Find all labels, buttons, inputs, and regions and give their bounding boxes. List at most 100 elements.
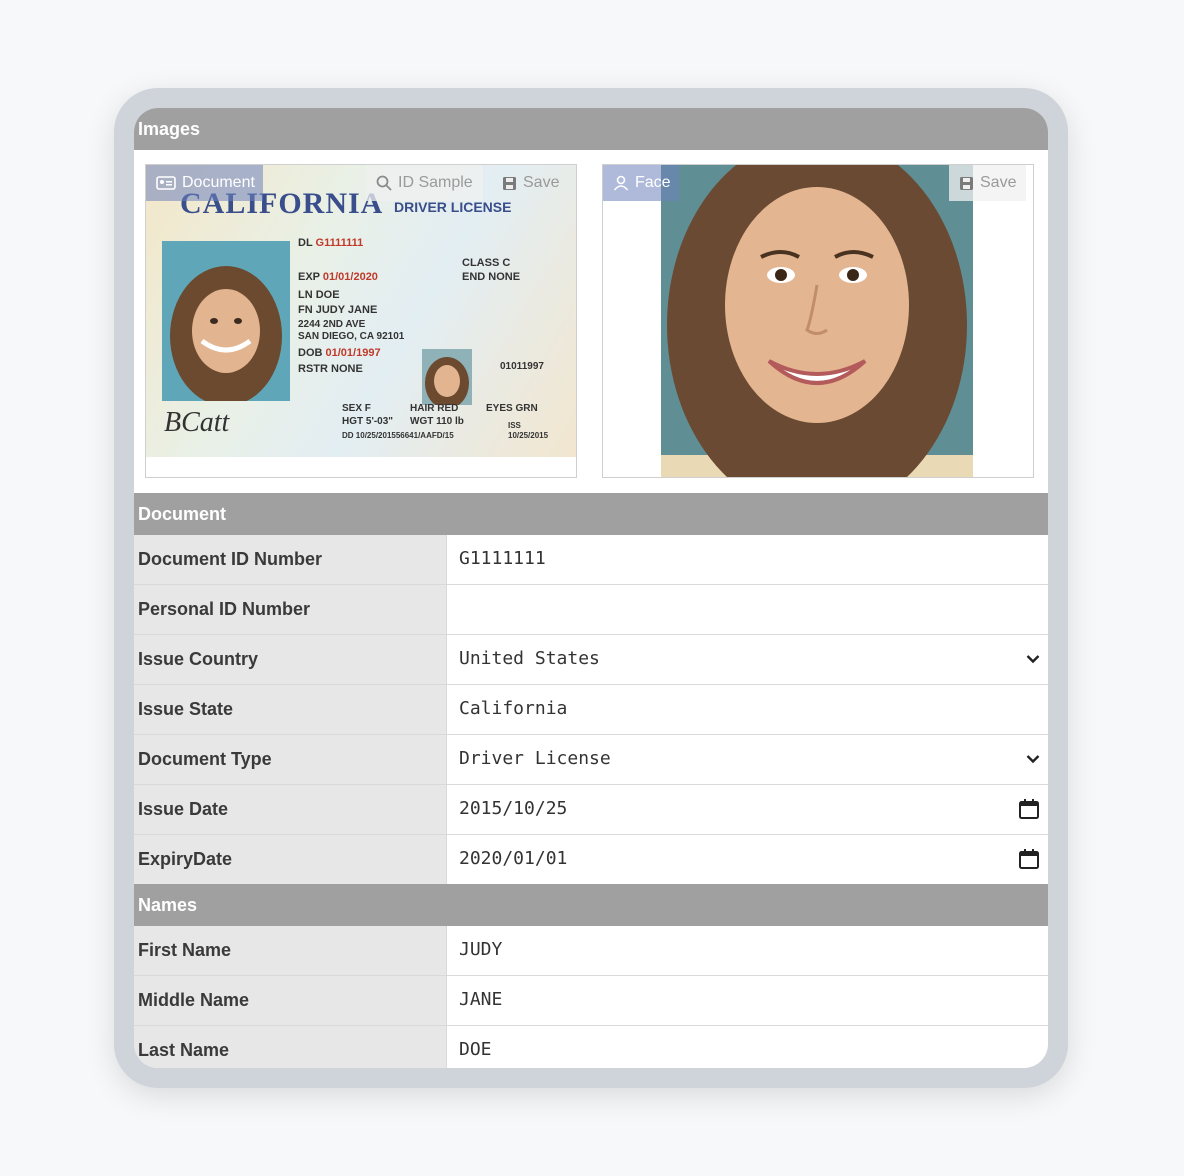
document-save-button[interactable]: Save [492,165,569,201]
field-issue-country: Issue Country United States [134,635,1048,685]
face-image-box: Face Save [602,164,1034,478]
field-value: JUDY [459,939,503,960]
last-name-input[interactable]: DOE [447,1026,1048,1068]
face-tag-label: Face [635,174,671,191]
issue-state-input[interactable]: California [447,685,1048,734]
field-label: First Name [134,926,447,975]
card-hgt-label: HGT [342,416,364,427]
field-value: California [459,698,568,719]
field-value: JANE [459,989,503,1010]
issue-date-input[interactable]: 2015/10/25 [447,785,1048,834]
user-icon [613,175,629,191]
field-value: Driver License [459,748,611,769]
id-scan-panel: Images Document ID Sample Save CALIFORNI… [134,108,1048,1068]
card-eyes-label: EYES [486,403,513,414]
card-wgt: 110 lb [436,416,464,427]
card-portrait [162,241,290,401]
document-fields: Document ID Number G1111111 Personal ID … [134,535,1048,884]
personal-id-number-input[interactable] [447,585,1048,634]
field-personal-id-number: Personal ID Number [134,585,1048,635]
field-issue-date: Issue Date 2015/10/25 [134,785,1048,835]
field-label: Issue Date [134,785,447,834]
images-section-header: Images [134,108,1048,150]
expiry-date-input[interactable]: 2020/01/01 [447,835,1048,884]
document-save-label: Save [523,174,560,191]
card-dd-label: DD [342,431,354,440]
card-ln-label: LN [298,289,313,301]
images-area: Document ID Sample Save CALIFORNIA DRIVE… [134,150,1048,493]
middle-name-input[interactable]: JANE [447,976,1048,1025]
face-tag[interactable]: Face [603,165,679,201]
card-signature: BCatt [164,407,230,438]
id-sample-button[interactable]: ID Sample [366,165,483,201]
face-save-button[interactable]: Save [949,165,1027,201]
field-label: ExpiryDate [134,835,447,884]
card-addr1: 2244 2ND AVE [298,319,366,330]
field-value: 2020/01/01 [459,848,568,869]
card-wgt-label: WGT [410,416,434,427]
field-last-name: Last Name DOE [134,1026,1048,1068]
name-fields: First Name JUDY Middle Name JANE Last Na… [134,926,1048,1068]
card-eyes: GRN [515,403,538,414]
chevron-down-icon[interactable] [1026,735,1040,783]
card-end-label: END [462,271,486,283]
save-icon [503,176,516,190]
card-hair-label: HAIR [410,403,435,414]
card-fn: JUDY JANE [315,304,378,316]
window-frame: Images Document ID Sample Save CALIFORNI… [114,88,1068,1088]
issue-country-select[interactable]: United States [447,635,1048,684]
card-exp: 01/01/2020 [322,271,378,283]
card-ln: DOE [315,289,340,301]
field-value: G1111111 [459,548,546,569]
field-middle-name: Middle Name JANE [134,976,1048,1026]
card-class: C [502,257,511,269]
field-document-type: Document Type Driver License [134,735,1048,785]
field-issue-state: Issue State California [134,685,1048,735]
card-dl: G1111111 [315,237,364,249]
card-ghost-portrait [422,349,472,405]
card-end: NONE [488,271,521,283]
field-label: Document ID Number [134,535,447,584]
card-type: DRIVER LICENSE [394,199,512,215]
document-type-select[interactable]: Driver License [447,735,1048,784]
card-hair: RED [437,403,459,414]
card-addr2: SAN DIEGO, CA 92101 [298,331,405,342]
license-card-image: CALIFORNIA DRIVER LICENSE DL G1111111 EX… [146,165,576,457]
first-name-input[interactable]: JUDY [447,926,1048,975]
field-value: 2015/10/25 [459,798,568,819]
card-rstr: NONE [331,363,363,375]
card-dd: 10/25/201556641/AAFD/15 [355,431,454,440]
card-rstr-label: RSTR [298,363,328,375]
card-dob: 01/01/1997 [325,347,381,359]
document-tag-label: Document [182,174,255,191]
card-iss: 10/25/2015 [508,431,549,440]
id-card-icon [156,176,176,190]
document-tag[interactable]: Document [146,165,263,201]
card-fn-label: FN [298,304,313,316]
field-label: Personal ID Number [134,585,447,634]
field-document-id-number: Document ID Number G1111111 [134,535,1048,585]
field-label: Document Type [134,735,447,784]
card-dl-label: DL [298,237,313,249]
field-label: Issue State [134,685,447,734]
chevron-down-icon[interactable] [1026,635,1040,683]
card-hgt: 5'-03" [365,416,394,427]
field-value: United States [459,648,600,669]
field-label: Middle Name [134,976,447,1025]
calendar-icon[interactable] [1018,835,1040,883]
document-section-header: Document [134,493,1048,535]
card-sex: F [364,403,371,414]
field-value: DOE [459,1039,492,1060]
card-number: 01011997 [500,361,544,372]
names-section-header: Names [134,884,1048,926]
field-first-name: First Name JUDY [134,926,1048,976]
card-iss-label: ISS [508,421,521,430]
face-photo [661,165,973,477]
card-exp-label: EXP [298,271,320,283]
save-icon [960,176,973,190]
document-id-number-input[interactable]: G1111111 [447,535,1048,584]
search-icon [376,175,392,191]
field-label: Last Name [134,1026,447,1068]
calendar-icon[interactable] [1018,785,1040,833]
field-expiry-date: ExpiryDate 2020/01/01 [134,835,1048,884]
